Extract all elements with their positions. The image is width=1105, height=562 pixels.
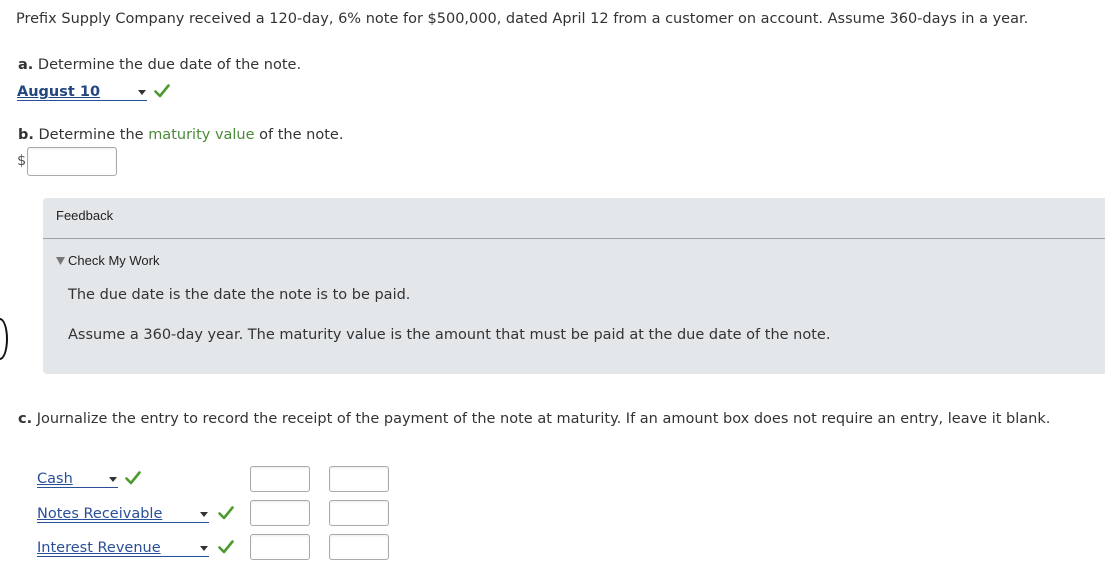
credit-field[interactable]	[330, 535, 388, 559]
check-icon	[154, 84, 170, 98]
debit-input-cash[interactable]	[250, 466, 310, 492]
maturity-value-input[interactable]	[27, 147, 117, 176]
part-b-text-suffix: of the note.	[259, 127, 344, 143]
debit-field[interactable]	[251, 535, 309, 559]
credit-field[interactable]	[330, 467, 388, 491]
debit-field[interactable]	[251, 501, 309, 525]
account-select-interest-revenue[interactable]: Interest Revenue	[37, 536, 209, 557]
part-c-letter: c.	[18, 411, 33, 427]
feedback-title: Feedback	[56, 208, 114, 223]
credit-input-interest-revenue[interactable]	[329, 534, 389, 560]
caret-down-icon	[109, 477, 117, 482]
part-b-text-prefix: Determine the	[38, 127, 144, 143]
due-date-select[interactable]: August 10	[17, 80, 147, 101]
part-a-question: a. Determine the due date of the note.	[18, 57, 301, 73]
maturity-value-field[interactable]	[28, 148, 116, 175]
part-a-text: Determine the due date of the note.	[37, 57, 302, 73]
caret-down-icon	[200, 546, 208, 551]
check-my-work-toggle[interactable]: Check My Work	[56, 253, 160, 268]
credit-field[interactable]	[330, 501, 388, 525]
debit-input-interest-revenue[interactable]	[250, 534, 310, 560]
left-edge-control[interactable]	[0, 318, 8, 360]
part-c-text: Journalize the entry to record the recei…	[36, 411, 1051, 427]
check-icon	[125, 471, 141, 485]
feedback-divider	[43, 238, 1105, 239]
account-select-value: Notes Receivable	[37, 506, 163, 522]
check-icon	[218, 506, 234, 520]
account-select-value: Cash	[37, 471, 73, 487]
part-b-letter: b.	[18, 127, 34, 143]
maturity-value-term[interactable]: maturity value	[148, 127, 254, 143]
feedback-hint-due-date: The due date is the date the note is to …	[68, 287, 411, 303]
credit-input-cash[interactable]	[329, 466, 389, 492]
account-select-notes-receivable[interactable]: Notes Receivable	[37, 502, 209, 523]
debit-field[interactable]	[251, 467, 309, 491]
part-c-instruction: c. Journalize the entry to record the re…	[18, 411, 1050, 427]
triangle-down-icon	[56, 256, 65, 265]
due-date-select-value: August 10	[17, 84, 101, 100]
credit-input-notes-receivable[interactable]	[329, 500, 389, 526]
currency-symbol: $	[17, 153, 27, 169]
part-a-letter: a.	[18, 57, 34, 73]
check-icon	[218, 540, 234, 554]
caret-down-icon	[138, 90, 146, 95]
feedback-panel: Feedback Check My Work The due date is t…	[43, 198, 1105, 374]
problem-statement: Prefix Supply Company received a 120-day…	[16, 11, 1029, 27]
caret-down-icon	[200, 512, 208, 517]
account-select-cash[interactable]: Cash	[37, 467, 118, 488]
check-my-work-label: Check My Work	[68, 253, 160, 268]
feedback-hint-maturity: Assume a 360-day year. The maturity valu…	[68, 327, 831, 343]
account-select-value: Interest Revenue	[37, 540, 161, 556]
part-b-question: b. Determine the maturity value of the n…	[18, 127, 343, 143]
debit-input-notes-receivable[interactable]	[250, 500, 310, 526]
